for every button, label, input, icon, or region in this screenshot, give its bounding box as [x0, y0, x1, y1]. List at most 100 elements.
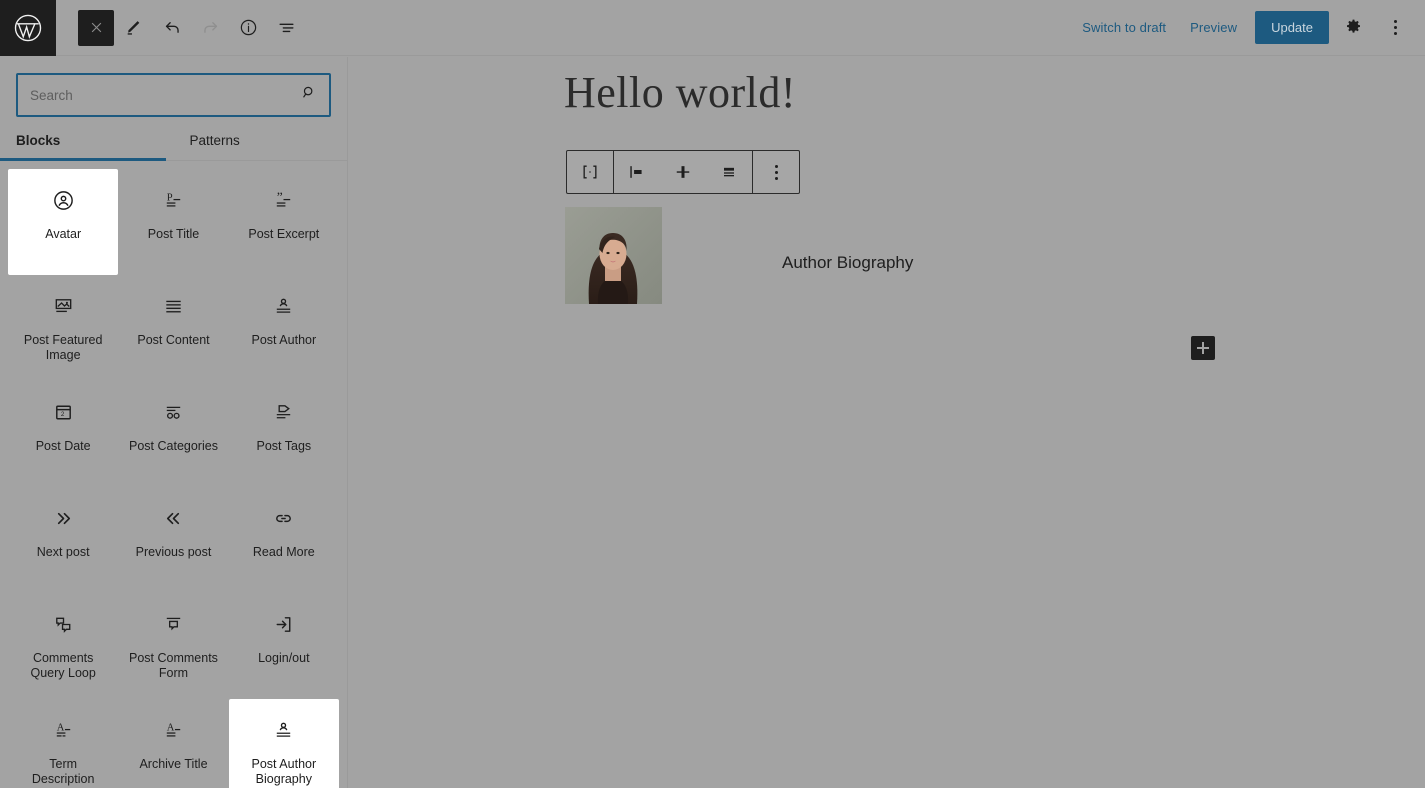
post-content-icon — [162, 291, 185, 321]
block-item-label: Post Tags — [256, 439, 312, 453]
block-item-label: Post Author Biography — [251, 757, 317, 786]
block-inserter-panel: Search Blocks Patterns Avatar P Post Tit… — [0, 57, 348, 788]
block-item-label: Post Excerpt — [248, 227, 320, 241]
block-item-post-comments-form[interactable]: Post Comments Form — [118, 593, 228, 699]
kebab-menu-icon[interactable] — [753, 151, 799, 193]
term-description-icon: A — [52, 715, 75, 745]
media-and-text-block[interactable]: Author Biography — [565, 207, 913, 304]
show-media-on-right-icon[interactable] — [706, 151, 752, 193]
post-title-icon: P — [162, 185, 185, 215]
block-item-post-date[interactable]: 2 Post Date — [8, 381, 118, 487]
search-placeholder: Search — [30, 87, 73, 103]
switch-to-draft-button[interactable]: Switch to draft — [1070, 14, 1178, 41]
post-excerpt-icon: ” — [272, 185, 295, 215]
details-info-button[interactable] — [230, 10, 266, 46]
redo-button[interactable] — [192, 10, 228, 46]
add-block-button[interactable] — [1191, 336, 1215, 360]
post-title-heading[interactable]: Hello world! — [564, 67, 796, 118]
block-item-label: Comments Query Loop — [30, 651, 96, 680]
block-item-avatar[interactable]: Avatar — [8, 169, 119, 275]
tools-pencil-button[interactable] — [116, 10, 152, 46]
block-item-label: Avatar — [45, 227, 82, 241]
chevron-double-right-icon — [52, 503, 75, 533]
block-toolbar — [566, 150, 800, 194]
block-item-label: Previous post — [135, 545, 212, 559]
post-author-biography-icon — [272, 715, 295, 745]
search-area: Search — [0, 57, 347, 117]
list-view-button[interactable] — [268, 10, 304, 46]
block-item-post-author-biography[interactable]: Post Author Biography — [228, 699, 339, 788]
calendar-icon: 2 — [52, 397, 75, 427]
block-item-archive-title[interactable]: A Archive Title — [118, 699, 228, 788]
block-item-post-featured-image[interactable]: Post Featured Image — [8, 275, 118, 381]
svg-text:”: ” — [277, 189, 283, 204]
editor-header: Switch to draft Preview Update — [0, 0, 1425, 56]
block-item-read-more[interactable]: Read More — [229, 487, 339, 593]
svg-text:P: P — [167, 192, 173, 203]
header-right-actions: Switch to draft Preview Update — [1070, 10, 1425, 46]
alignment-group — [613, 151, 752, 193]
align-left-icon[interactable] — [614, 151, 660, 193]
login-icon — [272, 609, 295, 639]
block-item-label: Post Title — [147, 227, 200, 241]
block-item-term-description[interactable]: A Term Description — [8, 699, 118, 788]
kebab-dots — [774, 164, 778, 180]
search-icon — [300, 84, 317, 106]
block-item-label: Next post — [36, 545, 90, 559]
block-item-post-title[interactable]: P Post Title — [118, 169, 228, 275]
editor-canvas: Hello world! Author Biography — [348, 57, 1425, 788]
archive-title-icon: A — [162, 715, 185, 745]
post-tags-icon — [272, 397, 295, 427]
preview-button[interactable]: Preview — [1178, 14, 1249, 41]
post-author-icon — [272, 291, 295, 321]
block-item-post-categories[interactable]: Post Categories — [118, 381, 228, 487]
block-item-login-out[interactable]: Login/out — [229, 593, 339, 699]
block-item-comments-query-loop[interactable]: Comments Query Loop — [8, 593, 118, 699]
update-button[interactable]: Update — [1255, 11, 1329, 44]
inserter-tabs: Blocks Patterns — [0, 133, 347, 161]
author-biography-text[interactable]: Author Biography — [782, 207, 913, 273]
block-item-next-post[interactable]: Next post — [8, 487, 118, 593]
block-item-label: Post Content — [137, 333, 210, 347]
block-item-post-tags[interactable]: Post Tags — [229, 381, 339, 487]
kebab-dots — [1393, 20, 1397, 35]
link-icon — [272, 503, 295, 533]
block-item-previous-post[interactable]: Previous post — [118, 487, 228, 593]
author-portrait-image[interactable] — [565, 207, 662, 304]
close-inserter-button[interactable] — [78, 9, 114, 46]
block-item-label: Read More — [252, 545, 315, 559]
block-item-label: Archive Title — [139, 757, 208, 771]
block-item-label: Term Description — [31, 757, 95, 786]
post-categories-icon — [162, 397, 185, 427]
tabs-active-indicator — [0, 158, 166, 161]
block-item-label: Post Featured Image — [23, 333, 103, 362]
header-left-tools — [56, 9, 305, 46]
comments-icon — [52, 609, 75, 639]
svg-text:2: 2 — [61, 411, 65, 418]
post-featured-image-icon — [52, 291, 75, 321]
block-item-label: Post Date — [35, 439, 91, 453]
wordpress-block-editor: Switch to draft Preview Update Hello wor… — [0, 0, 1425, 788]
block-item-post-excerpt[interactable]: ” Post Excerpt — [229, 169, 339, 275]
block-type-group — [567, 151, 613, 193]
block-item-post-author[interactable]: Post Author — [229, 275, 339, 381]
wordpress-logo-icon[interactable] — [0, 0, 56, 56]
block-grid: Avatar P Post Title ” Post Excerpt Post … — [0, 161, 347, 788]
kebab-menu-icon[interactable] — [1377, 10, 1413, 46]
svg-text:A: A — [167, 722, 175, 733]
block-item-label: Login/out — [258, 651, 310, 665]
comment-form-icon — [162, 609, 185, 639]
tab-blocks[interactable]: Blocks — [0, 133, 174, 161]
block-item-label: Post Categories — [129, 439, 218, 453]
search-input[interactable]: Search — [16, 73, 331, 117]
block-options-group — [752, 151, 799, 193]
vertical-align-center-icon[interactable] — [660, 151, 706, 193]
undo-button[interactable] — [154, 10, 190, 46]
media-and-text-icon[interactable] — [567, 151, 613, 193]
block-item-post-content[interactable]: Post Content — [118, 275, 228, 381]
avatar-icon — [52, 185, 75, 215]
block-item-label: Post Author — [251, 333, 317, 347]
tab-patterns[interactable]: Patterns — [174, 133, 348, 161]
svg-text:A: A — [56, 722, 64, 733]
gear-icon[interactable] — [1335, 10, 1371, 46]
